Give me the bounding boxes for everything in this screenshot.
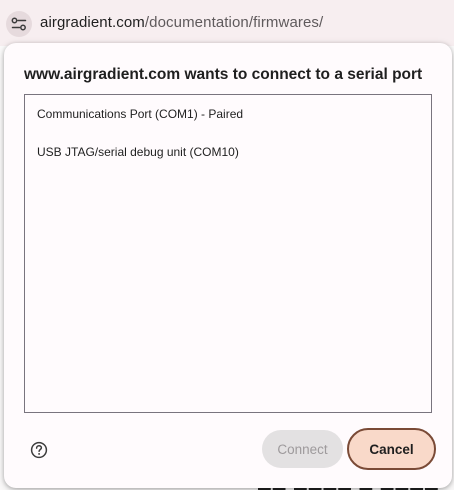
url-domain: airgradient.com [40, 14, 145, 31]
connect-button[interactable]: Connect [262, 430, 343, 468]
cancel-button[interactable]: Cancel [347, 428, 436, 470]
url-text[interactable]: airgradient.com/documentation/firmwares/ [40, 14, 323, 31]
serial-port-dialog: www.airgradient.com wants to connect to … [4, 43, 452, 488]
port-item-com10[interactable]: USB JTAG/serial debug unit (COM10) [37, 145, 239, 159]
address-bar: airgradient.com/documentation/firmwares/ [0, 0, 454, 46]
tune-icon [11, 17, 27, 31]
url-path: /documentation/firmwares/ [144, 14, 324, 31]
serial-port-list[interactable]: Communications Port (COM1) - Paired USB … [24, 94, 432, 413]
port-item-com1[interactable]: Communications Port (COM1) - Paired [37, 107, 243, 121]
dialog-title: www.airgradient.com wants to connect to … [24, 66, 423, 83]
site-info-button[interactable] [6, 11, 32, 37]
help-circle-icon [30, 441, 48, 459]
help-button[interactable] [29, 440, 48, 459]
